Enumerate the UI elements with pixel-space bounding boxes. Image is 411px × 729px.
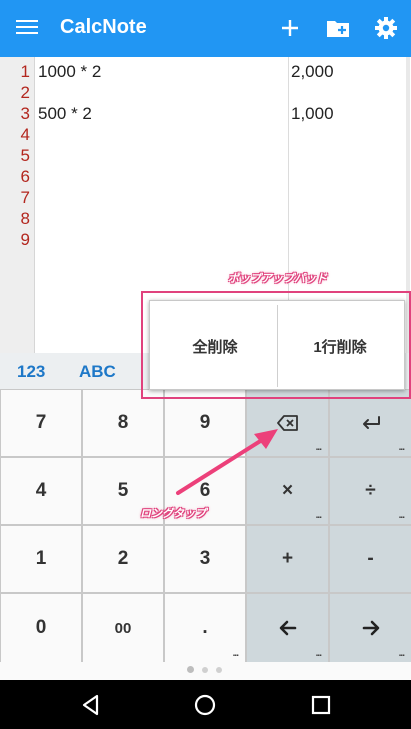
long-tap-arrow-overlay <box>176 429 278 495</box>
long-tap-callout: ロングタップ <box>140 508 206 520</box>
